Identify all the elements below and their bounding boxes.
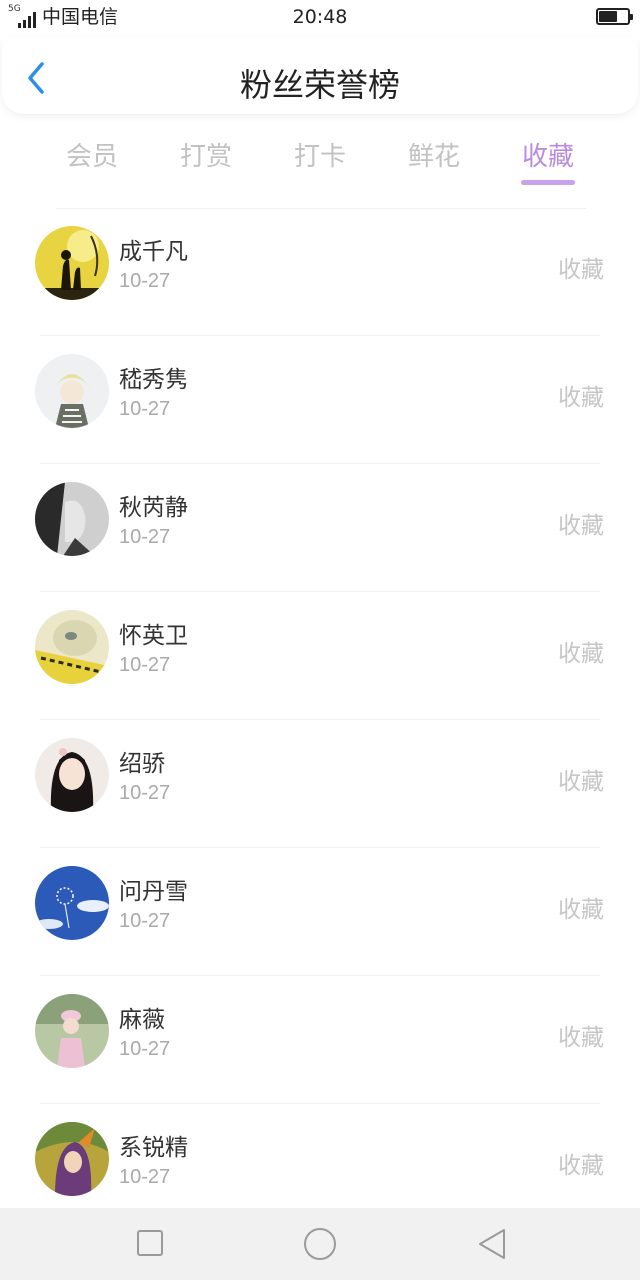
type-label: 收藏 [558, 257, 604, 283]
date: 10-27 [119, 910, 171, 932]
tab-flowers[interactable]: 鲜花 [377, 136, 491, 173]
list-item[interactable]: 问丹雪 10-27 收藏 [0, 848, 640, 976]
type-label: 收藏 [558, 769, 604, 795]
user-name: 怀英卫 [119, 623, 188, 649]
home-button[interactable] [300, 1226, 340, 1262]
list-item[interactable]: 秋芮静 10-27 收藏 [0, 464, 640, 592]
avatar [35, 354, 109, 428]
tab-favorites[interactable]: 收藏 [491, 136, 605, 173]
triangle-back-icon [479, 1229, 505, 1259]
tab-checkin[interactable]: 打卡 [263, 136, 377, 173]
user-name: 系锐精 [119, 1135, 188, 1161]
clock: 20:48 [292, 6, 348, 28]
user-name: 绍骄 [119, 751, 165, 777]
type-label: 收藏 [558, 897, 604, 923]
user-name: 麻薇 [119, 1007, 165, 1033]
fan-list: 成千凡 10-27 收藏 嵇秀隽 10-27 收藏 秋芮静 10-27 收藏 怀… [0, 208, 640, 1232]
date: 10-27 [119, 398, 171, 420]
header: 粉丝荣誉榜 [2, 38, 638, 114]
circle-icon [304, 1228, 336, 1260]
tab-bar: 会员 打赏 打卡 鲜花 收藏 [0, 126, 640, 192]
active-tab-indicator [521, 180, 575, 185]
type-label: 收藏 [558, 385, 604, 411]
battery-fill [599, 11, 617, 22]
avatar [35, 226, 109, 300]
type-label: 收藏 [558, 1025, 604, 1051]
square-icon [137, 1230, 163, 1256]
type-label: 收藏 [558, 1153, 604, 1179]
status-bar: 5G 中国电信 20:48 [0, 0, 640, 36]
avatar [35, 994, 109, 1068]
avatar [35, 738, 109, 812]
page-title: 粉丝荣誉榜 [239, 66, 400, 104]
date: 10-27 [119, 526, 171, 548]
user-name: 成千凡 [119, 239, 188, 265]
date: 10-27 [119, 1038, 171, 1060]
battery-icon [596, 8, 633, 25]
type-label: 收藏 [558, 513, 604, 539]
user-name: 嵇秀隽 [119, 367, 188, 393]
recent-apps-button[interactable] [130, 1226, 170, 1262]
avatar [35, 482, 109, 556]
avatar [35, 1122, 109, 1196]
tab-reward[interactable]: 打赏 [149, 136, 263, 173]
avatar [35, 610, 109, 684]
date: 10-27 [119, 654, 171, 676]
list-item[interactable]: 怀英卫 10-27 收藏 [0, 592, 640, 720]
tab-member[interactable]: 会员 [35, 136, 149, 173]
date: 10-27 [119, 1166, 171, 1188]
list-item[interactable]: 成千凡 10-27 收藏 [0, 208, 640, 336]
system-nav-bar [0, 1208, 640, 1280]
user-name: 问丹雪 [119, 879, 188, 905]
list-item[interactable]: 绍骄 10-27 收藏 [0, 720, 640, 848]
date: 10-27 [119, 782, 171, 804]
user-name: 秋芮静 [119, 495, 188, 521]
date: 10-27 [119, 270, 171, 292]
list-item[interactable]: 嵇秀隽 10-27 收藏 [0, 336, 640, 464]
nav-back-button[interactable] [472, 1226, 512, 1262]
avatar [35, 866, 109, 940]
type-label: 收藏 [558, 641, 604, 667]
list-item[interactable]: 麻薇 10-27 收藏 [0, 976, 640, 1104]
